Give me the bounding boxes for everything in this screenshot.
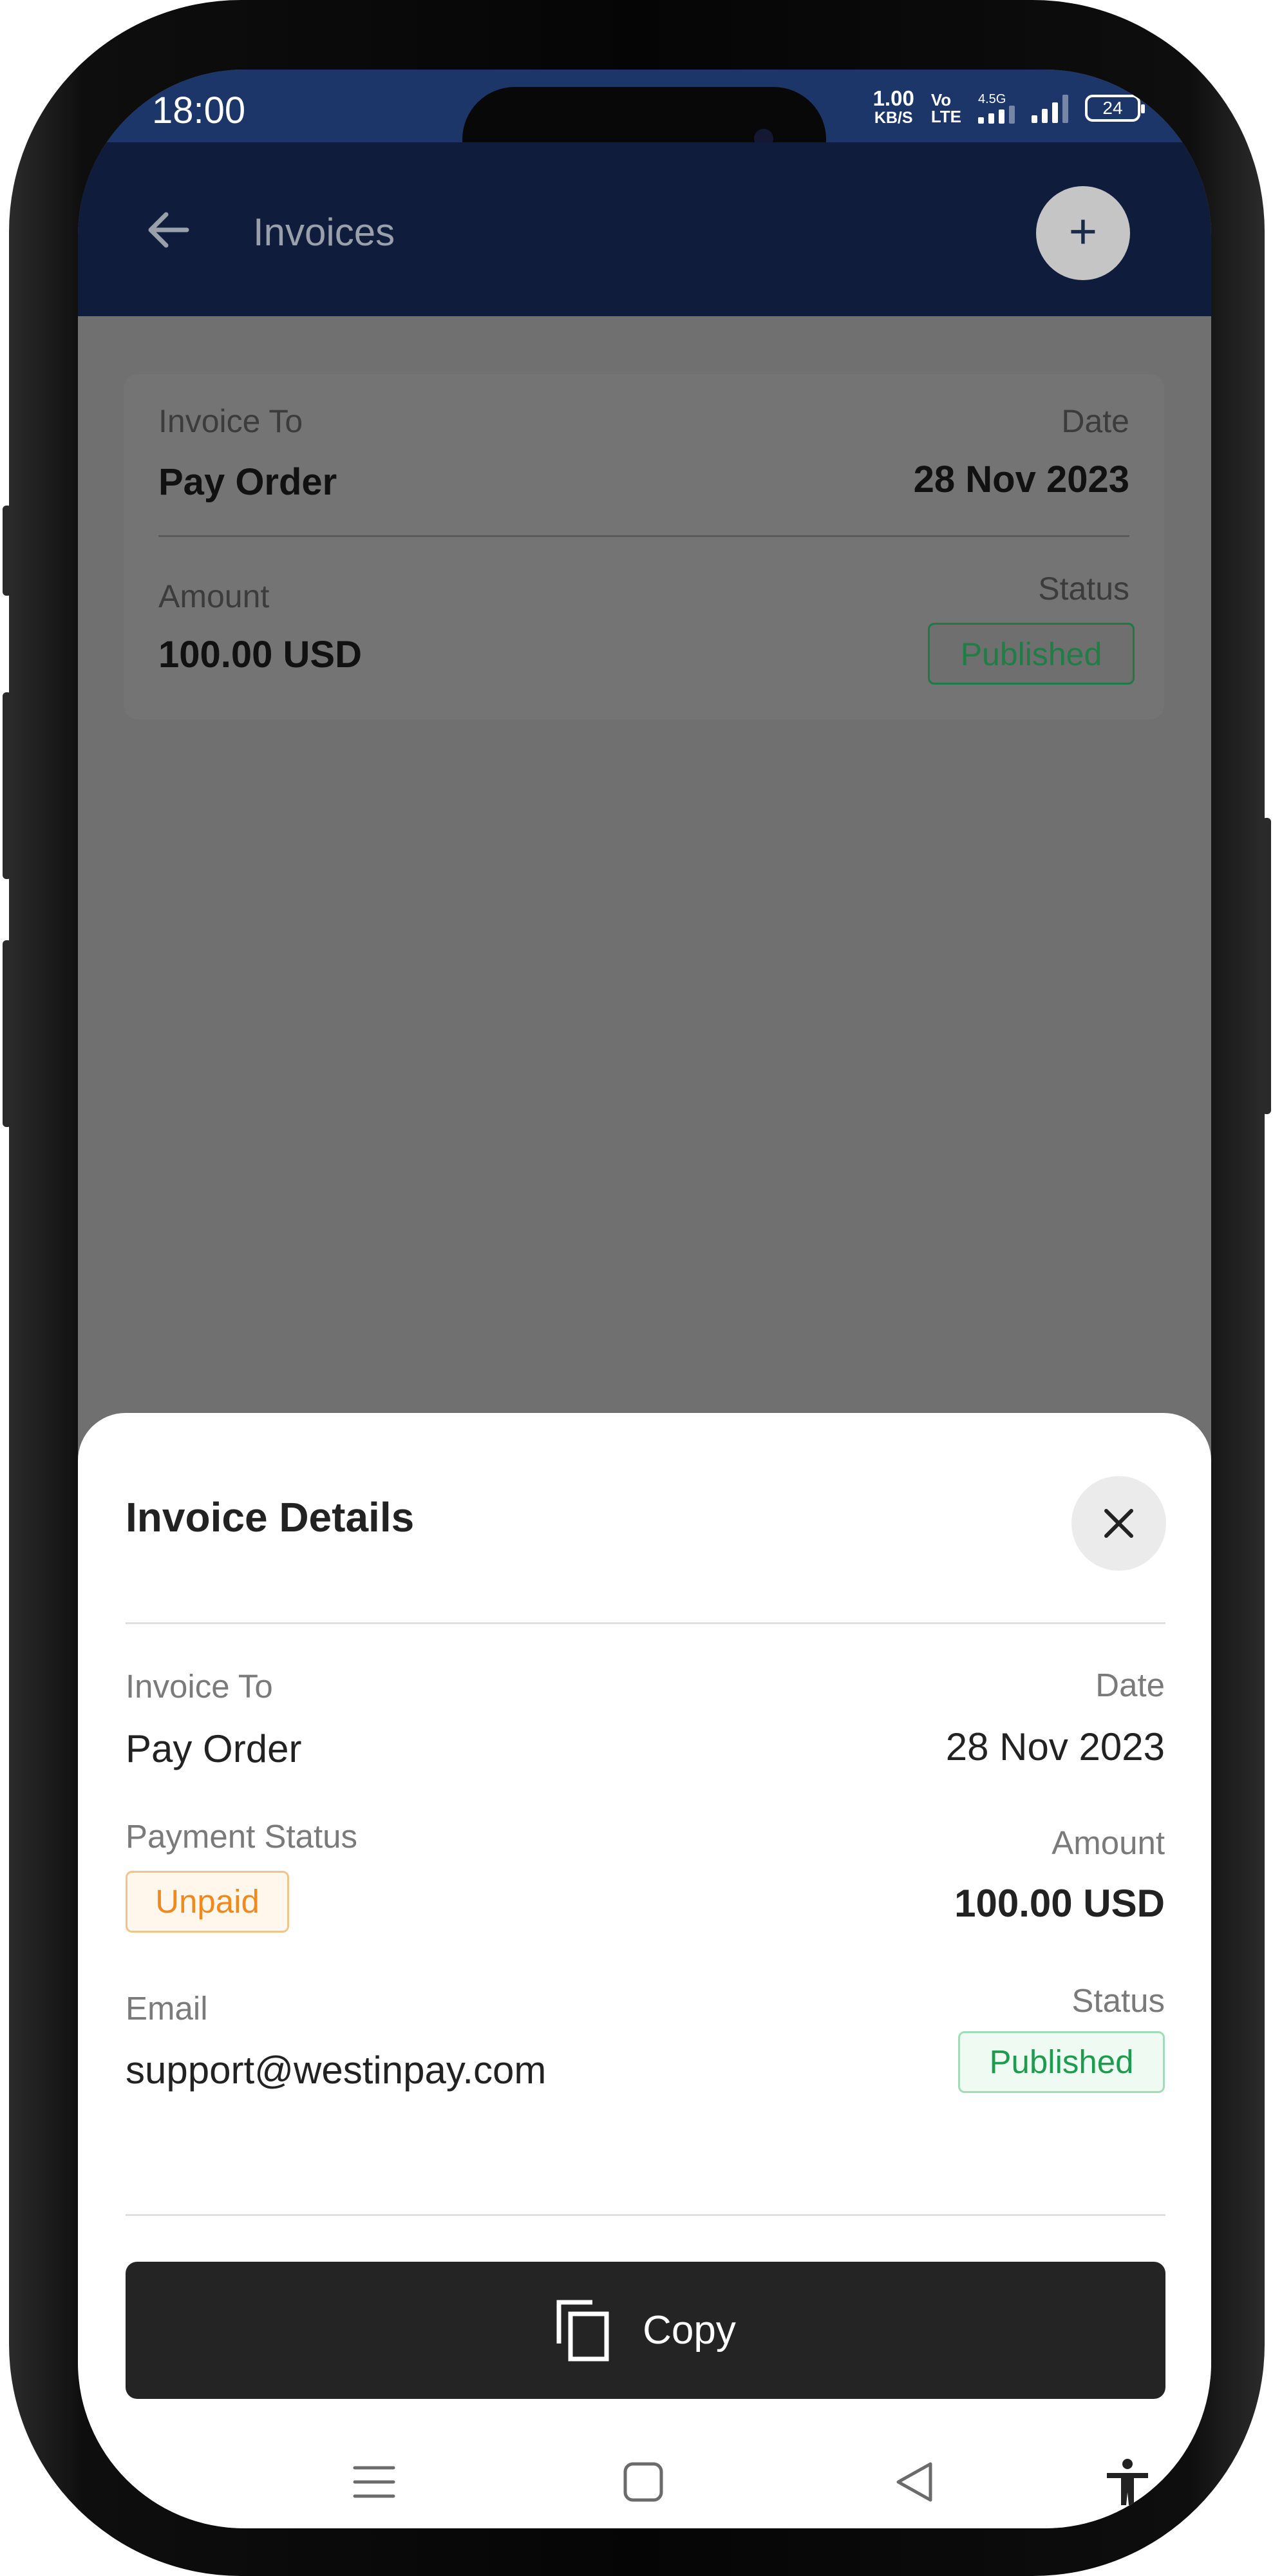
amount-value: 100.00 USD [954, 1882, 1165, 1925]
copy-button[interactable]: Copy [126, 2262, 1165, 2399]
signal-4g-icon: 4.5G [978, 93, 1015, 124]
close-icon [1104, 1509, 1133, 1538]
screen: 18:00 1.00 KB/S Vo LTE 4.5G 24 Invoices … [78, 70, 1211, 2528]
volte-top: Vo [930, 90, 952, 109]
sheet-divider-top [126, 1622, 1165, 1624]
mute-switch [3, 506, 12, 596]
date-label: Date [1095, 1667, 1165, 1703]
date-label: Date [1061, 403, 1129, 439]
signal-icon [1032, 93, 1068, 123]
menu-icon[interactable] [348, 2456, 400, 2508]
phone-frame: 18:00 1.00 KB/S Vo LTE 4.5G 24 Invoices … [3, 0, 1271, 2576]
status-label: Status [1071, 1982, 1165, 2019]
battery-level: 24 [1102, 98, 1123, 118]
power-button [1262, 818, 1271, 1114]
copy-label: Copy [643, 2308, 736, 2353]
close-button[interactable] [1071, 1476, 1166, 1571]
network-speed-unit: KB/S [874, 109, 913, 127]
status-label: Status [1038, 571, 1129, 607]
invoice-to-label: Invoice To [126, 1668, 273, 1705]
sheet-title: Invoice Details [126, 1494, 415, 1540]
status-badge: Published [928, 623, 1135, 685]
sheet-divider-bottom [126, 2214, 1165, 2216]
email-label: Email [126, 1990, 208, 2027]
payment-status-badge: Unpaid [126, 1871, 289, 1933]
arrow-left-icon[interactable] [144, 207, 191, 253]
date-value: 28 Nov 2023 [945, 1725, 1165, 1768]
volume-down-button [3, 940, 12, 1127]
page-title: Invoices [253, 211, 395, 254]
network-speed-value: 1.00 [872, 86, 914, 110]
email-value: support@westinpay.com [126, 2049, 547, 2092]
copy-icon [556, 2300, 609, 2361]
battery-icon: 24 [1085, 95, 1145, 122]
app-bar: Invoices + [78, 142, 1211, 316]
volte-indicator: Vo LTE [931, 91, 961, 125]
back-triangle-icon[interactable] [889, 2456, 941, 2508]
invoice-to-value: Pay Order [158, 461, 337, 503]
volume-up-button [3, 692, 12, 879]
status-badge: Published [958, 2031, 1165, 2093]
plus-icon: + [1068, 204, 1098, 259]
volte-bottom: LTE [930, 107, 961, 126]
amount-label: Amount [158, 578, 270, 614]
invoice-to-value: Pay Order [126, 1727, 302, 1770]
network-type: 4.5G [978, 92, 1006, 106]
status-time: 18:00 [152, 90, 246, 131]
date-value: 28 Nov 2023 [913, 459, 1129, 500]
invoice-details-sheet: Invoice Details Invoice To Date Pay Orde… [78, 1413, 1211, 2528]
signal-bars-1 [978, 106, 1015, 124]
amount-value: 100.00 USD [158, 634, 362, 676]
card-divider [158, 535, 1129, 537]
amount-label: Amount [1051, 1824, 1165, 1861]
system-nav-bar [78, 2437, 1211, 2528]
add-invoice-button[interactable]: + [1036, 186, 1130, 280]
status-icons: 1.00 KB/S Vo LTE 4.5G 24 [872, 86, 1145, 128]
payment-status-label: Payment Status [126, 1818, 358, 1855]
invoice-to-label: Invoice To [158, 403, 303, 439]
home-square-icon[interactable] [618, 2456, 669, 2508]
accessibility-icon[interactable] [1102, 2456, 1153, 2508]
invoice-card[interactable]: Invoice To Date Pay Order 28 Nov 2023 Am… [124, 374, 1164, 719]
network-speed: 1.00 KB/S [872, 86, 914, 128]
